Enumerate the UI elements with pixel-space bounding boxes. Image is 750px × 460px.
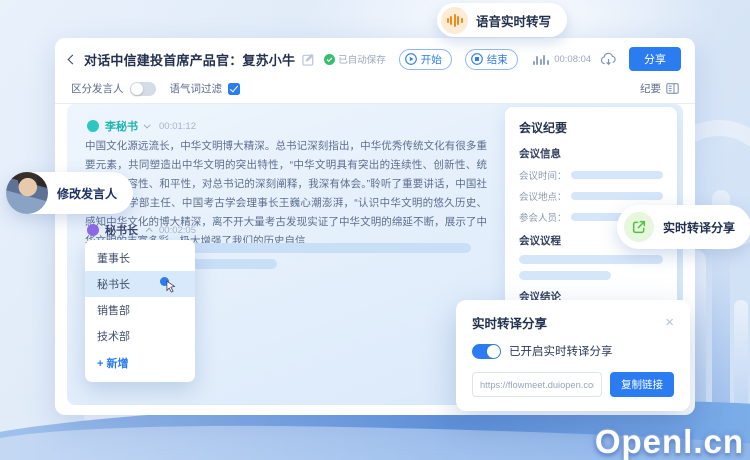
share-export-icon [624, 212, 654, 242]
speaker2-time: 00:02:05 [159, 224, 196, 236]
dropdown-item-chairman[interactable]: 董事长 [85, 245, 195, 271]
speaker2-name: 秘书长 [105, 225, 138, 237]
dropdown-item-sales[interactable]: 销售部 [85, 297, 195, 323]
copy-link-button[interactable]: 复制链接 [610, 372, 674, 397]
edit-speaker-label: 修改发言人 [57, 186, 118, 201]
start-button[interactable]: 开始 [398, 48, 452, 70]
skeleton-bar [519, 255, 663, 264]
skeleton-bar [570, 192, 663, 200]
edit-speaker-popover: 修改发言人 [6, 172, 134, 214]
minutes-info-row: 会议地点： [519, 189, 663, 203]
cursor-pointer-icon [164, 280, 178, 294]
share-button[interactable]: 分享 [629, 47, 681, 71]
minutes-toggle-label: 纪要 [640, 83, 661, 95]
window-header: 对话中信建投首席产品官：复苏小牛 已自动保存 开始 结束 00:08:04 分享 [55, 38, 695, 75]
controls-row: 区分发言人 语气词过滤 纪要 [55, 75, 695, 103]
speaker1-avatar-dot [87, 120, 99, 132]
skeleton-bar [570, 171, 663, 179]
distinguish-speaker-toggle[interactable] [129, 81, 156, 96]
speaker1-name: 李秘书 [105, 121, 138, 133]
voice-transcribe-label: 语音实时转写 [476, 14, 552, 29]
cloud-download-icon[interactable] [600, 52, 617, 66]
share-url-input[interactable] [472, 372, 602, 397]
minutes-info-title: 会议信息 [519, 148, 561, 160]
voice-transcribe-badge: 语音实时转写 [437, 3, 568, 37]
minutes-info-row: 会议时间： [519, 168, 663, 182]
stop-icon [470, 53, 483, 65]
autosave-status: 已自动保存 [324, 52, 386, 66]
speaker-avatar-photo[interactable] [6, 172, 48, 214]
play-icon [404, 53, 417, 65]
skeleton-bar [519, 271, 612, 280]
filler-filter-label: 语气词过滤 [169, 83, 223, 95]
share-entry-pill[interactable]: 实时转译分享 [617, 205, 750, 249]
minutes-title: 会议纪要 [519, 121, 568, 135]
dropdown-add-new[interactable]: + 新增 [85, 349, 195, 377]
stop-button[interactable]: 结束 [464, 48, 518, 70]
speaker-row-1: 李秘书 00:01:12 [87, 118, 196, 134]
share-modal: 实时转译分享 × 已开启实时转译分享 复制链接 [456, 300, 690, 411]
chevron-up-icon[interactable] [145, 227, 153, 235]
recording-timer: 00:08:04 [532, 53, 592, 65]
edit-title-icon[interactable] [302, 53, 315, 66]
share-enabled-toggle[interactable] [472, 343, 501, 359]
distinguish-speaker-label: 区分发言人 [71, 83, 124, 95]
dropdown-item-tech[interactable]: 技术部 [85, 323, 195, 349]
share-toggle-label: 已开启实时转译分享 [509, 346, 613, 358]
watermark: Openl.cn [594, 423, 744, 460]
speaker-row-2: 秘书长 00:02:05 [87, 222, 196, 238]
minutes-panel-icon[interactable] [666, 83, 679, 94]
speaker1-time: 00:01:12 [159, 120, 196, 132]
speaker-dropdown: 董事长 秘书长 销售部 技术部 + 新增 [85, 240, 195, 382]
meeting-title: 对话中信建投首席产品官：复苏小牛 [84, 52, 296, 68]
filler-filter-checkbox[interactable] [228, 82, 240, 95]
speaker2-avatar-dot [87, 224, 99, 236]
share-modal-title: 实时转译分享 [472, 317, 548, 331]
chevron-down-icon[interactable] [143, 121, 151, 129]
dropdown-item-secretary-general[interactable]: 秘书长 [85, 271, 195, 297]
waveform-icon [441, 6, 468, 34]
check-circle-icon [324, 53, 336, 65]
share-entry-label: 实时转译分享 [663, 220, 736, 235]
close-icon[interactable]: × [665, 315, 674, 330]
back-icon[interactable] [67, 54, 78, 64]
timer-value: 00:08:04 [554, 53, 592, 65]
